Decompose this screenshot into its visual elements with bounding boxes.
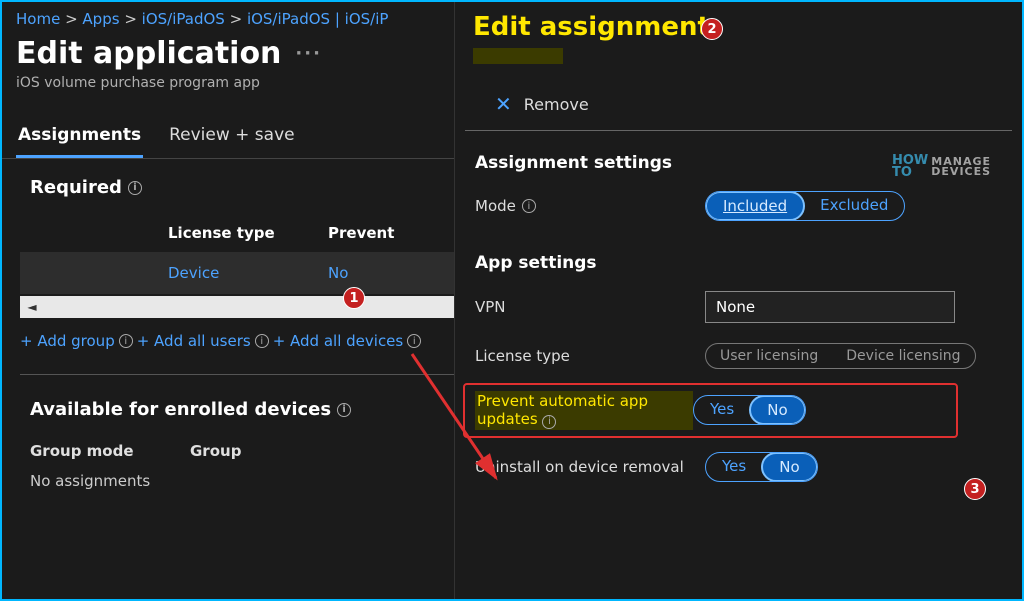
- app-settings-heading: App settings: [455, 231, 1022, 281]
- annotation-badge-3: 3: [964, 478, 986, 500]
- tab-review[interactable]: Review + save: [167, 117, 297, 158]
- user-licensing-option[interactable]: User licensing: [706, 344, 832, 368]
- mode-excluded[interactable]: Excluded: [804, 192, 904, 220]
- info-icon[interactable]: i: [119, 334, 133, 348]
- remove-button[interactable]: ✕ Remove: [455, 78, 1022, 130]
- cell-license: Device: [168, 264, 328, 282]
- watermark: HOW TO MANAGE DEVICES: [892, 152, 1012, 182]
- mode-included[interactable]: Included: [705, 191, 805, 221]
- panel-subtitle-redacted: [473, 48, 563, 64]
- info-icon[interactable]: i: [542, 415, 556, 429]
- license-type-label: License type: [475, 347, 570, 365]
- bc-app[interactable]: iOS/iPadOS | iOS/iP: [247, 10, 388, 28]
- license-type-toggle[interactable]: User licensing Device licensing: [705, 343, 976, 369]
- info-icon[interactable]: i: [337, 403, 351, 417]
- add-all-devices-link[interactable]: + Add all devices: [273, 332, 404, 350]
- prevent-no[interactable]: No: [749, 395, 805, 425]
- panel-title: Edit assignment: [455, 2, 1022, 48]
- vpn-select[interactable]: None: [705, 291, 955, 323]
- available-heading: Available for enrolled devices: [30, 399, 331, 420]
- uninstall-label: Uninstall on device removal: [475, 458, 684, 476]
- info-icon[interactable]: i: [407, 334, 421, 348]
- uninstall-no[interactable]: No: [761, 452, 817, 482]
- page-title: Edit application: [16, 36, 281, 71]
- bc-platform[interactable]: iOS/iPadOS: [142, 10, 225, 28]
- bc-home[interactable]: Home: [16, 10, 60, 28]
- col-group-mode: Group mode: [30, 442, 190, 460]
- bc-apps[interactable]: Apps: [82, 10, 119, 28]
- device-licensing-option[interactable]: Device licensing: [832, 344, 974, 368]
- prevent-updates-row: Prevent automatic app updates i Yes No: [463, 383, 958, 438]
- col-group: Group: [190, 442, 241, 460]
- remove-label: Remove: [524, 95, 589, 114]
- prevent-updates-label: Prevent automatic app updates: [477, 392, 648, 428]
- info-icon[interactable]: i: [128, 181, 142, 195]
- annotation-badge-1: 1: [343, 287, 365, 309]
- uninstall-toggle[interactable]: Yes No: [705, 452, 818, 482]
- add-group-link[interactable]: + Add group: [20, 332, 115, 350]
- mode-toggle[interactable]: Included Excluded: [705, 191, 905, 221]
- add-all-users-link[interactable]: + Add all users: [137, 332, 251, 350]
- prevent-yes[interactable]: Yes: [694, 396, 750, 424]
- more-icon[interactable]: ···: [295, 43, 322, 64]
- close-icon: ✕: [495, 92, 512, 116]
- prevent-updates-toggle[interactable]: Yes No: [693, 395, 806, 425]
- required-heading: Required: [30, 177, 122, 198]
- col-license-type: License type: [168, 224, 328, 242]
- info-icon[interactable]: i: [522, 199, 536, 213]
- annotation-badge-2: 2: [701, 18, 723, 40]
- tab-assignments[interactable]: Assignments: [16, 117, 143, 158]
- edit-assignment-panel: Edit assignment ✕ Remove HOW TO MANAGE D…: [454, 2, 1022, 599]
- uninstall-yes[interactable]: Yes: [706, 453, 762, 481]
- scroll-left-icon[interactable]: ◄: [20, 296, 44, 318]
- info-icon[interactable]: i: [255, 334, 269, 348]
- vpn-label: VPN: [475, 298, 506, 316]
- mode-label: Mode: [475, 197, 516, 215]
